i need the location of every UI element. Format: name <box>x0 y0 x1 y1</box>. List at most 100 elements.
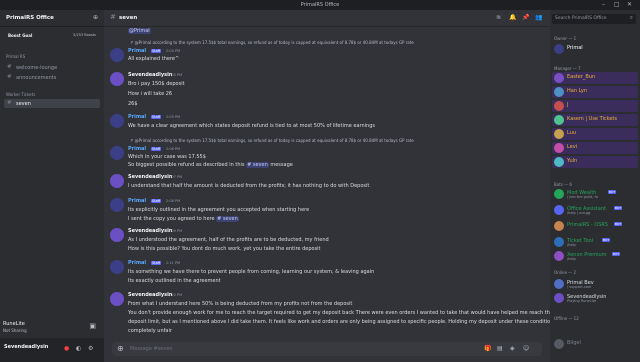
member-name: Easter_Bun <box>567 74 596 80</box>
message-author[interactable]: Sevendeadlysin <box>128 174 172 180</box>
minimize-icon[interactable]: – <box>602 1 605 8</box>
channel-announcements[interactable]: # announcements <box>4 73 100 82</box>
channel-mention[interactable]: # seven <box>216 216 239 222</box>
member-item[interactable]: Easter_Bun <box>552 72 638 84</box>
gift-icon[interactable]: 🎁 <box>484 345 491 352</box>
search-input[interactable]: Search PrimalRS Office <box>555 16 607 21</box>
message-author[interactable]: Primal <box>128 198 146 204</box>
message: Sevendeadlysin 2:20 PM From what I under… <box>104 292 561 338</box>
current-username[interactable]: Sevendeadlysin <box>4 344 48 350</box>
member-item[interactable]: Han Lyn <box>552 86 638 98</box>
notification-bell-icon[interactable]: 🔔 <box>509 14 516 21</box>
maximize-icon[interactable]: □ <box>614 1 620 8</box>
message-text: I sent the copy you agreed to here # sev… <box>128 216 239 222</box>
avatar <box>554 251 564 261</box>
avatar <box>554 237 564 247</box>
message-composer[interactable]: ⊕ Message #seven 🎁 ▤ ◈ ☺ <box>112 342 542 356</box>
member-item[interactable]: Bilgel <box>552 338 638 350</box>
member-item[interactable]: J <box>552 100 638 112</box>
message-text: How is this possible? You dont do much w… <box>128 246 321 252</box>
member-item[interactable]: Ticket Tool BOT /help <box>552 236 638 248</box>
member-item[interactable]: Office Assistant BOT /help | vut.gg <box>552 204 638 216</box>
member-item[interactable]: Primal <box>552 43 638 55</box>
message: ↱ @Primal according to the system 17.5$$… <box>104 138 550 176</box>
search-icon: ⌕ <box>629 15 633 21</box>
server-name[interactable]: PrimalRS Office <box>6 15 54 21</box>
message-timestamp: 2:20 PM <box>168 293 183 297</box>
message-author[interactable]: Sevendeadlysin <box>128 228 172 234</box>
member-item[interactable]: Mod Wealth BOT / Join the guild, fo <box>552 188 638 200</box>
boost-goal[interactable]: Boost Goal 5/253 Boosts <box>6 32 98 40</box>
avatar[interactable] <box>110 48 124 62</box>
category-primal-rs[interactable]: Primal RS <box>6 54 25 59</box>
avatar <box>554 339 564 349</box>
message-input[interactable]: Message #seven <box>130 346 173 352</box>
member-name: Han Lyn <box>567 88 588 94</box>
threads-icon[interactable]: ≋ <box>496 14 501 21</box>
role-badge: Staff <box>151 199 162 203</box>
add-member-icon[interactable]: ⊕ <box>93 14 98 21</box>
gif-icon[interactable]: ▤ <box>497 345 503 352</box>
member-list-icon[interactable]: 👥 <box>535 14 542 21</box>
avatar[interactable] <box>110 72 124 86</box>
add-attachment-icon[interactable]: ⊕ <box>117 344 124 353</box>
activity-panel: RuneLite Not Sharing ▣ <box>0 318 104 338</box>
sticker-icon[interactable]: ◈ <box>510 345 515 352</box>
message-author[interactable]: Primal <box>128 114 146 120</box>
member-item[interactable]: Xenon Premium BOT /help <box>552 250 638 262</box>
avatar[interactable] <box>110 146 124 160</box>
avatar <box>554 101 564 111</box>
screen-share-icon[interactable]: ▣ <box>89 322 96 330</box>
reply-reference[interactable]: ↱ @Primal according to the system 17.5$$… <box>130 138 414 143</box>
member-item[interactable]: Primal Bev / support.com <box>552 278 638 290</box>
message-author[interactable]: Primal <box>128 260 146 266</box>
message: Primal Staff 2:08 PM Its explicitly outl… <box>104 198 550 224</box>
member-item[interactable]: Yuln <box>552 156 638 168</box>
message-timestamp: 2:09 PM <box>168 229 183 233</box>
message-author[interactable]: Primal <box>128 146 146 152</box>
avatar[interactable] <box>110 114 124 128</box>
settings-gear-icon[interactable]: ⚙ <box>88 345 93 352</box>
message-author[interactable]: Sevendeadlysin <box>128 292 172 298</box>
mute-mic-icon[interactable]: ● <box>64 345 69 352</box>
channel-sidebar: PrimalRS Office ⊕ Boost Goal 5/253 Boost… <box>0 10 104 362</box>
member-status: /help | vut.gg <box>567 211 591 215</box>
category-worker-tickets[interactable]: Worker Tickets <box>6 92 35 97</box>
user-mention[interactable]: @Primal <box>128 28 151 34</box>
message-author[interactable]: Sevendeadlysin <box>128 72 172 78</box>
message-author[interactable]: Primal <box>128 48 146 54</box>
avatar[interactable] <box>110 198 124 212</box>
member-item[interactable]: Levi <box>552 142 638 154</box>
message: Sevendeadlysin 2:07 PM I understand that… <box>104 174 550 192</box>
emoji-icon[interactable]: ☺ <box>523 345 529 352</box>
pinned-messages-icon[interactable]: 📌 <box>522 14 529 21</box>
message-text: You don't provide enough work for me to … <box>128 310 555 316</box>
member-item[interactable]: Kasem | Use Tickets <box>552 114 638 126</box>
channel-welcome-lounge[interactable]: # welcome-lounge <box>4 63 100 72</box>
member-item[interactable]: PrimalRS - OSRS BOT <box>552 220 638 232</box>
message-text: Its something we have there to prevent p… <box>128 269 375 275</box>
reply-reference[interactable]: ↱ @Primal according to the system 17.5$$… <box>130 40 414 45</box>
channel-seven[interactable]: # seven <box>4 99 100 108</box>
channel-title: seven <box>119 15 138 21</box>
channel-mention[interactable]: # seven <box>246 162 269 168</box>
member-item[interactable]: Sevendeadlysin Playing RuneLite <box>552 292 638 304</box>
close-icon[interactable]: ✕ <box>627 1 632 8</box>
message-text: Bro i pay 150$ deposit <box>128 81 185 87</box>
member-group-header: Online — 2 <box>554 270 576 275</box>
avatar[interactable] <box>110 174 124 188</box>
member-status: /help <box>567 243 576 247</box>
channel-label: seven <box>16 101 31 107</box>
avatar[interactable] <box>110 260 124 274</box>
member-group-header: Manager — 7 <box>554 66 581 71</box>
avatar[interactable] <box>110 228 124 242</box>
member-item[interactable]: Luu <box>552 128 638 140</box>
message-text: All explained there^ <box>128 56 180 62</box>
avatar[interactable] <box>110 292 124 306</box>
text-channel-icon: # <box>7 64 12 70</box>
boost-count: 5/253 Boosts <box>73 33 96 37</box>
search-box[interactable]: Search PrimalRS Office ⌕ <box>552 14 636 24</box>
headphones-icon[interactable]: ◐ <box>76 345 81 352</box>
server-header[interactable]: PrimalRS Office ⊕ <box>0 10 104 27</box>
avatar <box>554 73 564 83</box>
